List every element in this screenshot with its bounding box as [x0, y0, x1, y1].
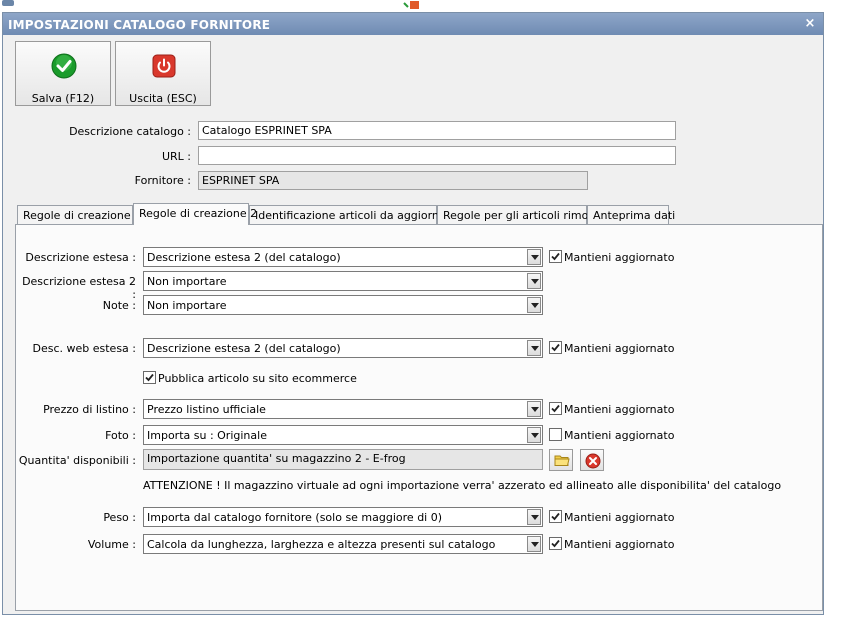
quantity-field: Importazione quantita' su magazzino 2 - …: [143, 449, 543, 470]
chevron-down-icon[interactable]: [527, 273, 541, 289]
photo-label: Foto :: [105, 429, 136, 442]
web-description-select[interactable]: Descrizione estesa 2 (del catalogo): [143, 338, 543, 358]
warning-text: ATTENZIONE ! Il magazzino virtuale ad og…: [143, 479, 782, 492]
checkmark-icon: [551, 404, 560, 413]
weight-value: Importa dal catalogo fornitore (solo se …: [147, 511, 443, 524]
checkmark-icon: [551, 343, 560, 352]
keep-updated-label: Mantieni aggiornato: [564, 342, 675, 355]
tab-identify-items[interactable]: Identificazione articoli da aggiornare: [249, 205, 457, 224]
checkmark-icon: [551, 512, 560, 521]
checkmark-icon: [551, 252, 560, 261]
url-input[interactable]: [198, 146, 676, 165]
catalog-description-input[interactable]: Catalogo ESPRINET SPA: [198, 121, 676, 140]
supplier-label: Fornitore :: [134, 174, 191, 187]
power-icon: [152, 54, 176, 78]
title-bar[interactable]: IMPOSTAZIONI CATALOGO FORNITORE ×: [3, 13, 823, 35]
keep-updated-label: Mantieni aggiornato: [564, 429, 675, 442]
supplier-field: ESPRINET SPA: [198, 171, 588, 190]
tab-data-preview[interactable]: Anteprima dati: [587, 205, 675, 224]
exit-button-label: Uscita (ESC): [129, 92, 197, 105]
keep-updated-label: Mantieni aggiornato: [564, 251, 675, 264]
extended-description-keep-checkbox[interactable]: [549, 250, 562, 263]
desktop-background: [0, 0, 853, 12]
volume-label: Volume :: [87, 538, 136, 551]
save-button-label: Salva (F12): [31, 92, 95, 105]
catalog-description-label: Descrizione catalogo :: [69, 125, 191, 138]
notes-label: Note :: [102, 299, 136, 312]
delete-icon: [585, 453, 601, 469]
photo-keep-checkbox[interactable]: [549, 428, 562, 441]
quantity-label: Quantita' disponibili :: [18, 454, 136, 467]
keep-updated-label: Mantieni aggiornato: [564, 511, 675, 524]
chevron-down-icon[interactable]: [527, 536, 541, 552]
web-description-label: Desc. web estesa :: [32, 342, 136, 355]
photo-value: Importa su : Originale: [147, 429, 267, 442]
tab-removed-items-rules[interactable]: Regole per gli articoli rimossi: [437, 205, 603, 224]
web-description-keep-checkbox[interactable]: [549, 341, 562, 354]
list-price-select[interactable]: Prezzo listino ufficiale: [143, 399, 543, 419]
checkmark-icon: [51, 53, 77, 79]
window-title: IMPOSTAZIONI CATALOGO FORNITORE: [8, 18, 271, 32]
folder-icon: [554, 455, 570, 466]
chevron-down-icon[interactable]: [527, 249, 541, 265]
volume-value: Calcola da lunghezza, larghezza e altezz…: [147, 538, 496, 551]
list-price-value: Prezzo listino ufficiale: [147, 403, 266, 416]
photo-select[interactable]: Importa su : Originale: [143, 425, 543, 445]
desktop-shortcut-icon[interactable]: [402, 0, 424, 9]
save-button[interactable]: Salva (F12): [15, 41, 111, 106]
extended-description-2-select[interactable]: Non importare: [143, 271, 543, 291]
tab-creation-rules-1[interactable]: Regole di creazione 1: [17, 205, 141, 224]
notes-select[interactable]: Non importare: [143, 295, 543, 315]
settings-window: IMPOSTAZIONI CATALOGO FORNITORE × Salva …: [2, 12, 824, 615]
chevron-down-icon[interactable]: [527, 297, 541, 313]
list-price-label: Prezzo di listino :: [43, 403, 136, 416]
extended-description-2-label: Descrizione estesa 2 :: [22, 275, 136, 301]
extended-description-value: Descrizione estesa 2 (del catalogo): [147, 251, 341, 264]
extended-description-2-value: Non importare: [147, 275, 227, 288]
chevron-down-icon[interactable]: [527, 427, 541, 443]
browse-folder-button[interactable]: [549, 449, 573, 471]
list-price-keep-checkbox[interactable]: [549, 402, 562, 415]
checkmark-icon: [145, 373, 154, 382]
clear-quantity-button[interactable]: [580, 449, 604, 471]
chevron-down-icon[interactable]: [527, 401, 541, 417]
desktop-background: [824, 12, 853, 642]
exit-button[interactable]: Uscita (ESC): [115, 41, 211, 106]
chevron-down-icon[interactable]: [527, 509, 541, 525]
close-icon[interactable]: ×: [802, 16, 818, 32]
keep-updated-label: Mantieni aggiornato: [564, 403, 675, 416]
volume-keep-checkbox[interactable]: [549, 537, 562, 550]
weight-select[interactable]: Importa dal catalogo fornitore (solo se …: [143, 507, 543, 527]
publish-ecommerce-checkbox[interactable]: [143, 371, 156, 384]
volume-select[interactable]: Calcola da lunghezza, larghezza e altezz…: [143, 534, 543, 554]
publish-ecommerce-label: Pubblica articolo su sito ecommerce: [158, 372, 357, 385]
tab-panel: Descrizione estesa : Descrizione estesa …: [15, 224, 823, 611]
checkmark-icon: [551, 539, 560, 548]
keep-updated-label: Mantieni aggiornato: [564, 538, 675, 551]
tab-creation-rules-2[interactable]: Regole di creazione 2: [133, 203, 257, 225]
extended-description-select[interactable]: Descrizione estesa 2 (del catalogo): [143, 247, 543, 267]
url-label: URL :: [161, 150, 191, 163]
desktop-shortcut-icon[interactable]: [2, 0, 14, 6]
notes-value: Non importare: [147, 299, 227, 312]
chevron-down-icon[interactable]: [527, 340, 541, 356]
extended-description-label: Descrizione estesa :: [25, 251, 136, 264]
desktop-background: [0, 615, 853, 642]
weight-keep-checkbox[interactable]: [549, 510, 562, 523]
weight-label: Peso :: [103, 511, 136, 524]
web-description-value: Descrizione estesa 2 (del catalogo): [147, 342, 341, 355]
